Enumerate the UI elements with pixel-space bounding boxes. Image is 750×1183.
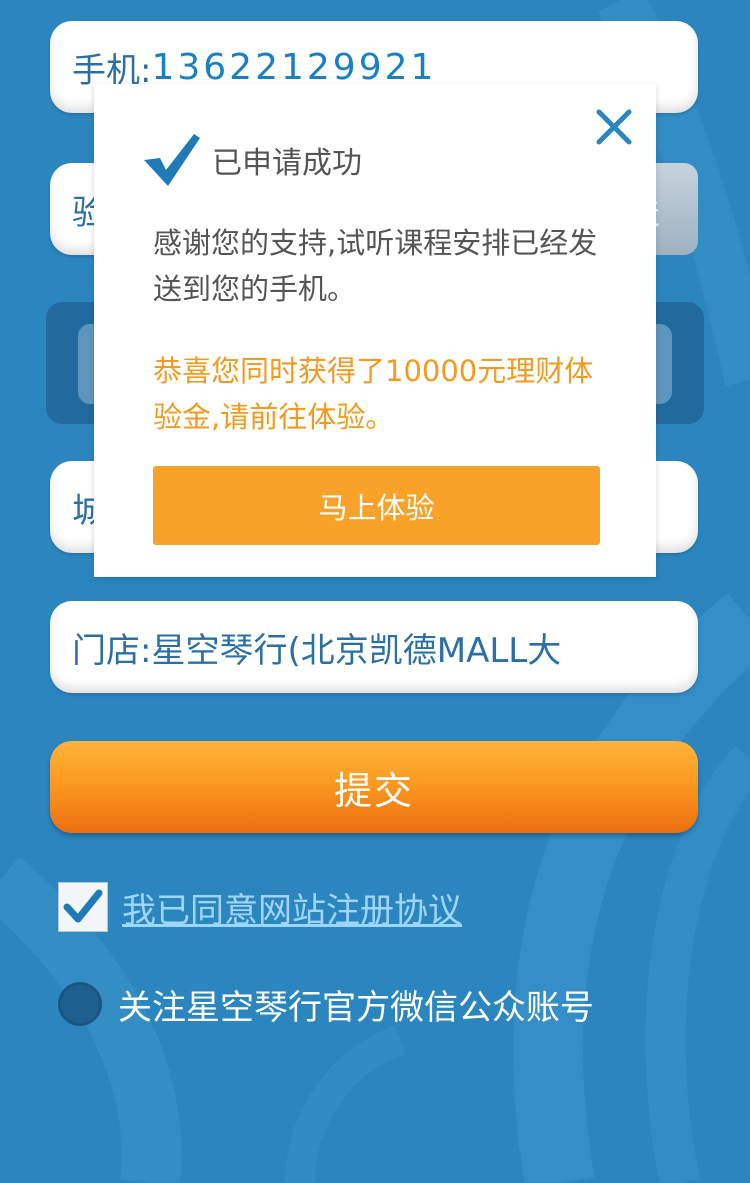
success-dialog: 已申请成功 感谢您的支持,试听课程安排已经发送到您的手机。 恭喜您同时获得了10… bbox=[94, 84, 656, 577]
dialog-title: 已申请成功 bbox=[212, 146, 362, 181]
agreement-row: 我已同意网站注册协议 bbox=[58, 880, 462, 934]
dialog-header: 已申请成功 bbox=[142, 130, 362, 190]
phone-value: 13622129921 bbox=[151, 46, 437, 88]
submit-button[interactable]: 提交 bbox=[50, 741, 698, 833]
store-label: 门店: bbox=[72, 630, 152, 671]
agreement-link[interactable]: 我已同意网站注册协议 bbox=[122, 883, 462, 932]
follow-row: 关注星空琴行官方微信公众账号 bbox=[58, 976, 594, 1032]
store-field[interactable]: 门店: 星空琴行(北京凯德MALL大 bbox=[50, 601, 698, 693]
store-value: 星空琴行(北京凯德MALL大 bbox=[151, 630, 562, 671]
checkmark-icon bbox=[63, 889, 103, 923]
submit-label: 提交 bbox=[333, 768, 414, 813]
follow-radio[interactable] bbox=[58, 982, 102, 1026]
check-icon bbox=[144, 134, 200, 186]
try-now-label: 马上体验 bbox=[318, 490, 435, 525]
try-now-button[interactable]: 马上体验 bbox=[153, 466, 600, 545]
agreement-checkbox[interactable] bbox=[58, 882, 108, 932]
follow-label: 关注星空琴行官方微信公众账号 bbox=[118, 987, 594, 1028]
dialog-message: 感谢您的支持,试听课程安排已经发送到您的手机。 bbox=[153, 226, 598, 306]
close-icon[interactable] bbox=[592, 105, 636, 149]
dialog-bonus-message: 恭喜您同时获得了10000元理财体验金,请前往体验。 bbox=[153, 354, 594, 434]
